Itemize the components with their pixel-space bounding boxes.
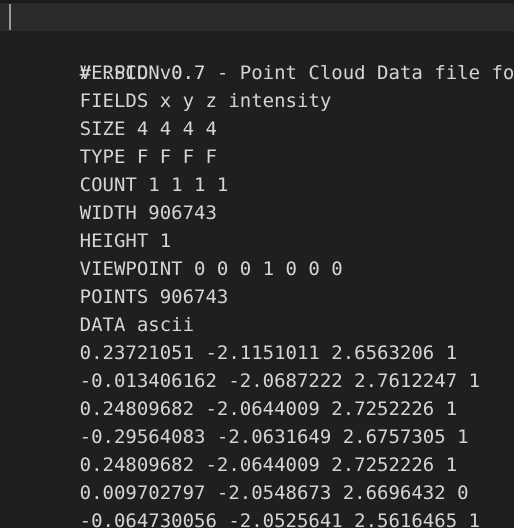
code-line[interactable]: 0.009702797 -2.0548673 2.6696432 0 xyxy=(0,451,514,504)
code-line[interactable]: 0.23721051 -2.1151011 2.6563206 1 xyxy=(0,311,514,364)
code-line[interactable]: -0.29564083 -2.0631649 2.6757305 1 xyxy=(0,395,514,448)
code-line[interactable]: FIELDS x y z intensity xyxy=(0,59,514,112)
code-line-clipped[interactable]: 0.22537053 -2.048919 2.5275354 3 xyxy=(0,507,514,528)
code-editor-viewport[interactable]: # .PCD v0.7 - Point Cloud Data file form… xyxy=(0,0,514,528)
code-line[interactable]: 0.24809682 -2.0644009 2.7252226 1 xyxy=(0,423,514,476)
code-line[interactable]: -0.013406162 -2.0687222 2.7612247 1 xyxy=(0,339,514,392)
code-line[interactable]: WIDTH 906743 xyxy=(0,171,514,224)
code-line[interactable]: DATA ascii xyxy=(0,283,514,336)
code-line[interactable]: SIZE 4 4 4 4 xyxy=(0,87,514,140)
code-line[interactable]: POINTS 906743 xyxy=(0,255,514,308)
code-line[interactable]: # .PCD v0.7 - Point Cloud Data file form… xyxy=(0,3,514,84)
code-line[interactable]: VERSION 0.7 xyxy=(0,31,514,84)
code-line[interactable]: HEIGHT 1 xyxy=(0,199,514,252)
code-line[interactable]: VIEWPOINT 0 0 0 1 0 0 0 xyxy=(0,227,514,280)
text-caret xyxy=(9,4,11,30)
code-line[interactable]: 0.24809682 -2.0644009 2.7252226 1 xyxy=(0,367,514,420)
code-line[interactable]: COUNT 1 1 1 1 xyxy=(0,143,514,196)
code-line[interactable]: TYPE F F F F xyxy=(0,115,514,168)
code-line[interactable]: -0.064730056 -2.0525641 2.5616465 1 xyxy=(0,479,514,528)
code-text-area[interactable]: # .PCD v0.7 - Point Cloud Data file form… xyxy=(0,3,514,528)
